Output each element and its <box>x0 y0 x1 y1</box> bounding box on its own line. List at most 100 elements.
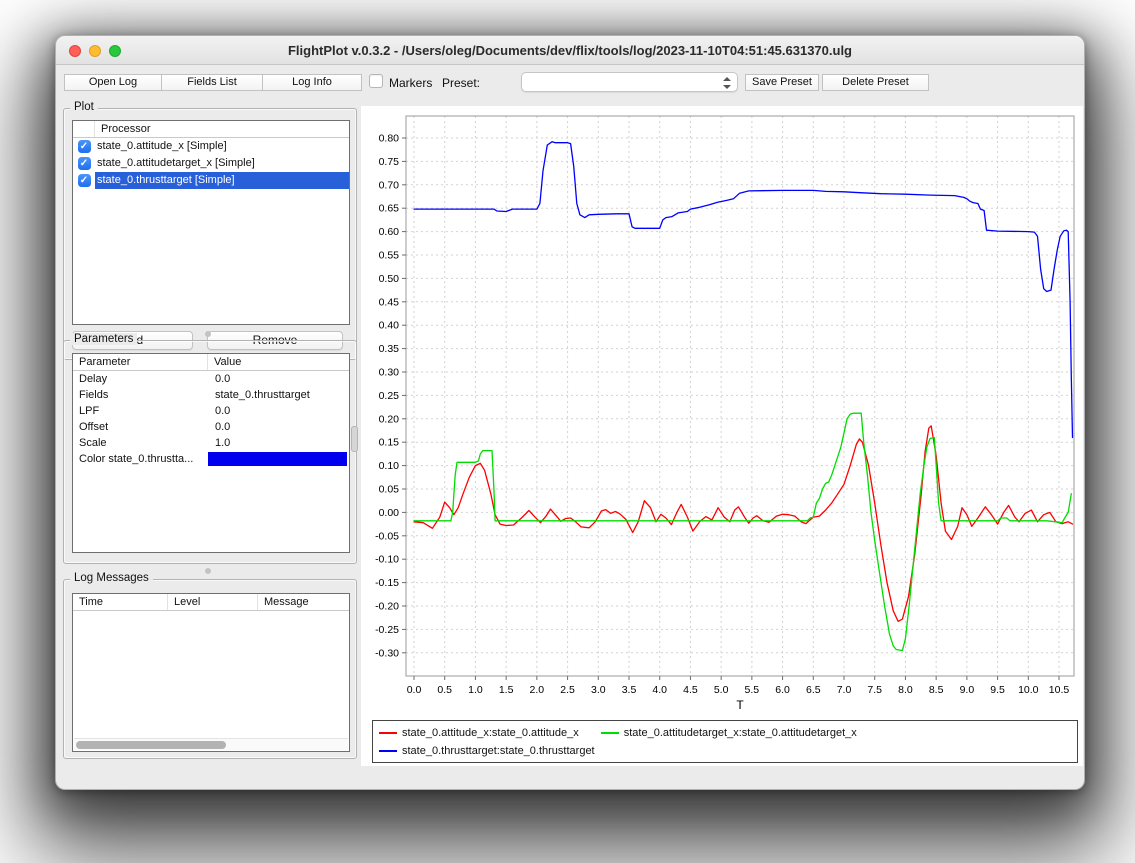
log-messages-table[interactable]: Time Level Message <box>72 593 350 752</box>
svg-text:2.0: 2.0 <box>530 684 545 696</box>
preset-label: Preset: <box>442 76 480 90</box>
parameter-value[interactable]: 0.0 <box>208 373 349 385</box>
svg-text:2.5: 2.5 <box>560 684 575 696</box>
chart-legend: state_0.attitude_x:state_0.attitude_x sta… <box>372 720 1078 763</box>
desktop-background: FlightPlot v.0.3.2 - /Users/oleg/Documen… <box>0 0 1135 863</box>
parameter-name: Scale <box>73 437 208 449</box>
svg-text:8.5: 8.5 <box>929 684 944 696</box>
chart-panel: 0.800.750.700.650.600.550.500.450.400.35… <box>361 106 1083 766</box>
svg-text:5.0: 5.0 <box>714 684 729 696</box>
vertical-splitter-handle[interactable] <box>351 426 358 452</box>
svg-text:0.20: 0.20 <box>379 413 400 425</box>
svg-text:0.50: 0.50 <box>379 273 400 285</box>
parameter-value[interactable]: 0.0 <box>208 421 349 433</box>
color-swatch[interactable] <box>208 452 347 466</box>
plot-group: Plot Processor ✓state_0.attitude_x [Simp… <box>63 108 357 360</box>
legend-line-swatch <box>379 750 397 752</box>
series-checkbox[interactable]: ✓ <box>73 138 95 155</box>
plot-series-table[interactable]: Processor ✓state_0.attitude_x [Simple]✓s… <box>72 120 350 325</box>
svg-text:0.15: 0.15 <box>379 437 400 449</box>
combobox-stepper-icon[interactable] <box>722 75 732 91</box>
level-column-header: Level <box>168 594 258 610</box>
markers-label: Markers <box>389 76 432 90</box>
markers-checkbox[interactable] <box>369 74 383 88</box>
plot-series-row[interactable]: ✓state_0.thrusttarget [Simple] <box>73 172 349 189</box>
parameter-column-header: Parameter <box>73 354 208 370</box>
svg-text:-0.30: -0.30 <box>375 647 399 659</box>
svg-text:0.75: 0.75 <box>379 156 400 168</box>
message-column-header: Message <box>258 594 349 610</box>
plot-series-row[interactable]: ✓state_0.attitude_x [Simple] <box>73 138 349 155</box>
svg-text:-0.10: -0.10 <box>375 554 399 566</box>
svg-text:0.70: 0.70 <box>379 179 400 191</box>
log-messages-horizontal-scrollbar[interactable] <box>74 738 348 750</box>
plot-table-header: Processor <box>73 121 349 138</box>
parameter-value[interactable]: state_0.thrusttarget <box>208 389 349 401</box>
delete-preset-button[interactable]: Delete Preset <box>822 74 929 91</box>
svg-text:0.40: 0.40 <box>379 320 400 332</box>
svg-text:7.0: 7.0 <box>837 684 852 696</box>
parameter-row[interactable]: Color state_0.thrustta... <box>73 451 349 467</box>
svg-text:0.25: 0.25 <box>379 390 400 402</box>
series-checkbox[interactable]: ✓ <box>73 172 95 189</box>
parameter-row[interactable]: LPF0.0 <box>73 403 349 419</box>
horizontal-splitter-handle-2[interactable] <box>205 568 211 574</box>
log-info-button[interactable]: Log Info <box>262 74 362 91</box>
parameter-name: Delay <box>73 373 208 385</box>
legend-label: state_0.attitude_x:state_0.attitude_x <box>402 727 579 739</box>
svg-text:0.5: 0.5 <box>437 684 452 696</box>
svg-text:5.5: 5.5 <box>745 684 760 696</box>
parameter-row[interactable]: Offset0.0 <box>73 419 349 435</box>
log-messages-group: Log Messages Time Level Message <box>63 579 357 759</box>
legend-label: state_0.attitudetarget_x:state_0.attitud… <box>624 727 857 739</box>
svg-text:0.0: 0.0 <box>407 684 422 696</box>
svg-text:0.35: 0.35 <box>379 343 400 355</box>
legend-line-swatch <box>379 732 397 734</box>
svg-text:-0.25: -0.25 <box>375 624 399 636</box>
parameter-value[interactable]: 0.0 <box>208 405 349 417</box>
flight-chart[interactable]: 0.800.750.700.650.600.550.500.450.400.35… <box>361 106 1080 713</box>
flightplot-window: FlightPlot v.0.3.2 - /Users/oleg/Documen… <box>55 35 1085 790</box>
svg-text:0.00: 0.00 <box>379 507 400 519</box>
horizontal-splitter-handle[interactable] <box>205 331 211 337</box>
plot-group-title: Plot <box>70 101 98 113</box>
svg-text:0.60: 0.60 <box>379 226 400 238</box>
legend-item: state_0.attitudetarget_x:state_0.attitud… <box>601 727 857 739</box>
parameters-group-title: Parameters <box>70 333 137 345</box>
parameter-name: Fields <box>73 389 208 401</box>
svg-text:4.0: 4.0 <box>652 684 667 696</box>
log-messages-group-title: Log Messages <box>70 572 153 584</box>
fields-list-button[interactable]: Fields List <box>161 74 263 91</box>
processor-column-header: Processor <box>95 121 349 137</box>
checkmark-icon: ✓ <box>78 140 91 153</box>
svg-text:-0.05: -0.05 <box>375 530 399 542</box>
parameter-row[interactable]: Delay0.0 <box>73 371 349 387</box>
checkmark-icon: ✓ <box>78 157 91 170</box>
save-preset-button[interactable]: Save Preset <box>745 74 819 91</box>
svg-text:3.0: 3.0 <box>591 684 606 696</box>
title-bar[interactable]: FlightPlot v.0.3.2 - /Users/oleg/Documen… <box>56 36 1084 65</box>
scrollbar-thumb[interactable] <box>76 741 226 749</box>
svg-text:-0.20: -0.20 <box>375 601 399 613</box>
svg-text:0.45: 0.45 <box>379 296 400 308</box>
parameter-name: LPF <box>73 405 208 417</box>
svg-text:0.10: 0.10 <box>379 460 400 472</box>
parameters-group: Parameters Parameter Value Delay0.0Field… <box>63 340 357 564</box>
legend-line-swatch <box>601 732 619 734</box>
svg-text:1.5: 1.5 <box>499 684 514 696</box>
value-column-header: Value <box>208 354 349 370</box>
parameter-value[interactable]: 1.0 <box>208 437 349 449</box>
series-label: state_0.thrusttarget [Simple] <box>95 172 349 189</box>
svg-text:T: T <box>736 698 744 712</box>
plot-series-row[interactable]: ✓state_0.attitudetarget_x [Simple] <box>73 155 349 172</box>
parameters-table[interactable]: Parameter Value Delay0.0Fieldsstate_0.th… <box>72 353 350 553</box>
svg-text:9.5: 9.5 <box>990 684 1005 696</box>
log-messages-table-header: Time Level Message <box>73 594 349 611</box>
parameters-table-header: Parameter Value <box>73 354 349 371</box>
open-log-button[interactable]: Open Log <box>64 74 162 91</box>
series-checkbox[interactable]: ✓ <box>73 155 95 172</box>
parameter-row[interactable]: Scale1.0 <box>73 435 349 451</box>
svg-text:0.80: 0.80 <box>379 133 400 145</box>
preset-combobox[interactable] <box>521 72 738 92</box>
parameter-row[interactable]: Fieldsstate_0.thrusttarget <box>73 387 349 403</box>
